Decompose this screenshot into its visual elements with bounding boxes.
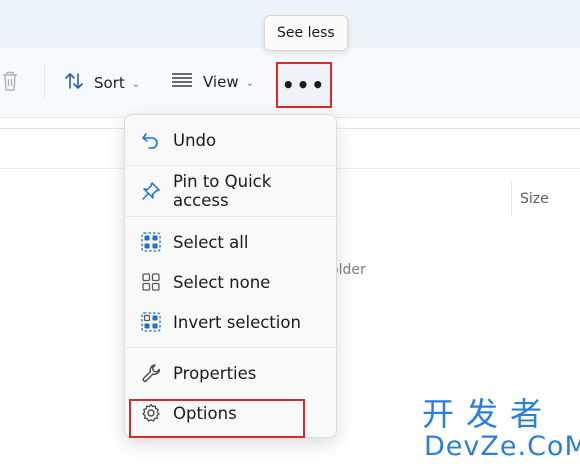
sort-icon [63, 70, 85, 96]
menu-separator [126, 165, 337, 166]
menu-item-label: Pin to Quick access [172, 172, 272, 210]
options-highlight-box [129, 399, 305, 438]
menu-item-undo[interactable]: Undo [129, 120, 332, 160]
menu-item-select-all[interactable]: Select all [129, 222, 332, 262]
menu-item-label: Properties [173, 363, 257, 383]
delete-button[interactable] [0, 69, 20, 97]
sort-label: Sort [94, 74, 125, 92]
menu-item-invert-selection[interactable]: Invert selection [129, 302, 332, 342]
see-more-button[interactable]: ••• [276, 62, 332, 108]
see-more-menu: Undo Pin to Quick access Select all Sele… [124, 114, 337, 438]
view-list-icon [171, 70, 193, 94]
menu-separator [126, 347, 337, 348]
watermark-chinese: 开发者 [422, 395, 555, 433]
chevron-down-icon: ⌄ [131, 78, 141, 90]
view-button[interactable]: View ⌄ [171, 70, 254, 94]
chevron-down-icon: ⌄ [245, 77, 254, 89]
pin-icon [131, 171, 171, 211]
size-header-label: Size [520, 191, 549, 207]
menu-item-label: Select all [173, 232, 249, 252]
invert-selection-icon [131, 302, 171, 342]
sort-button[interactable]: Sort ⌄ [63, 70, 140, 96]
select-none-icon [131, 262, 171, 302]
trash-icon [0, 69, 20, 97]
more-dots-label: ••• [281, 73, 327, 97]
file-explorer-window: { "tooltip": { "text": "See less" }, "to… [0, 0, 580, 468]
view-label: View [203, 73, 239, 91]
column-header-size[interactable]: Size [511, 182, 549, 216]
see-less-tooltip: See less [264, 15, 348, 51]
wrench-icon [131, 353, 171, 393]
menu-item-label: Select none [173, 272, 271, 292]
menu-item-label: Undo [173, 130, 217, 150]
menu-item-properties[interactable]: Properties [129, 353, 332, 393]
menu-separator [126, 216, 337, 217]
select-all-icon [131, 222, 171, 262]
toolbar-divider [44, 64, 45, 100]
watermark-domain: DevZe.CoM [424, 431, 580, 462]
menu-item-label: Invert selection [173, 312, 301, 332]
undo-icon [131, 120, 171, 160]
menu-item-select-none[interactable]: Select none [129, 262, 332, 302]
menu-item-pin-quick-access[interactable]: Pin to Quick access [129, 171, 332, 211]
command-bar: Sort ⌄ View ⌄ ••• [0, 48, 580, 118]
